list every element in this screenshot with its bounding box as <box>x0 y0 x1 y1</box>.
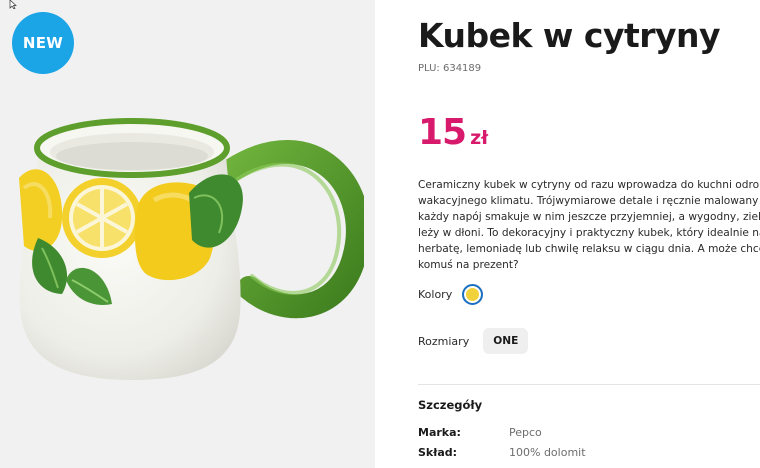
description-line: komuś na prezent? <box>418 259 519 271</box>
detail-row-brand: Marka: Pepco <box>418 426 760 442</box>
price-currency: zł <box>470 127 489 149</box>
details-heading: Szczegóły <box>418 398 483 412</box>
product-title: Kubek w cytryny <box>418 16 721 55</box>
detail-value: Pepco <box>509 426 542 439</box>
product-image[interactable] <box>14 108 364 398</box>
description-line: wakacyjnego klimatu. Trójwymiarowe detal… <box>418 195 760 207</box>
description-line: Ceramiczny kubek w cytryny od razu wprow… <box>418 179 760 191</box>
color-selector: Kolory <box>418 284 484 305</box>
detail-row-composition: Skład: 100% dolomit <box>418 446 760 462</box>
color-swatch-yellow[interactable] <box>462 284 484 305</box>
product-description: Ceramiczny kubek w cytryny od razu wprow… <box>418 177 760 273</box>
description-line: herbatę, lemoniadę lub chwilę relaksu w … <box>418 243 760 255</box>
mouse-cursor-icon <box>9 0 17 9</box>
new-badge: NEW <box>12 12 74 74</box>
product-info: Kubek w cytryny PLU: 634189 15 zł Cerami… <box>418 0 760 468</box>
detail-key: Marka: <box>418 426 461 439</box>
size-option-one[interactable]: ONE <box>483 328 529 354</box>
product-gallery: NEW <box>0 0 375 468</box>
sizes-label: Rozmiary <box>418 334 470 348</box>
product-plu: PLU: 634189 <box>418 63 482 74</box>
colors-label: Kolory <box>418 288 453 301</box>
detail-value: 100% dolomit <box>509 446 586 459</box>
detail-key: Skład: <box>418 446 458 459</box>
divider <box>418 384 760 385</box>
product-price: 15 zł <box>418 112 488 153</box>
price-value: 15 <box>418 112 467 153</box>
description-line: leży w dłoni. To dekoracyjny i praktyczn… <box>418 227 760 239</box>
size-selector: Rozmiary ONE <box>418 328 529 354</box>
description-line: każdy napój smakuje w nim jeszcze przyje… <box>418 211 760 223</box>
